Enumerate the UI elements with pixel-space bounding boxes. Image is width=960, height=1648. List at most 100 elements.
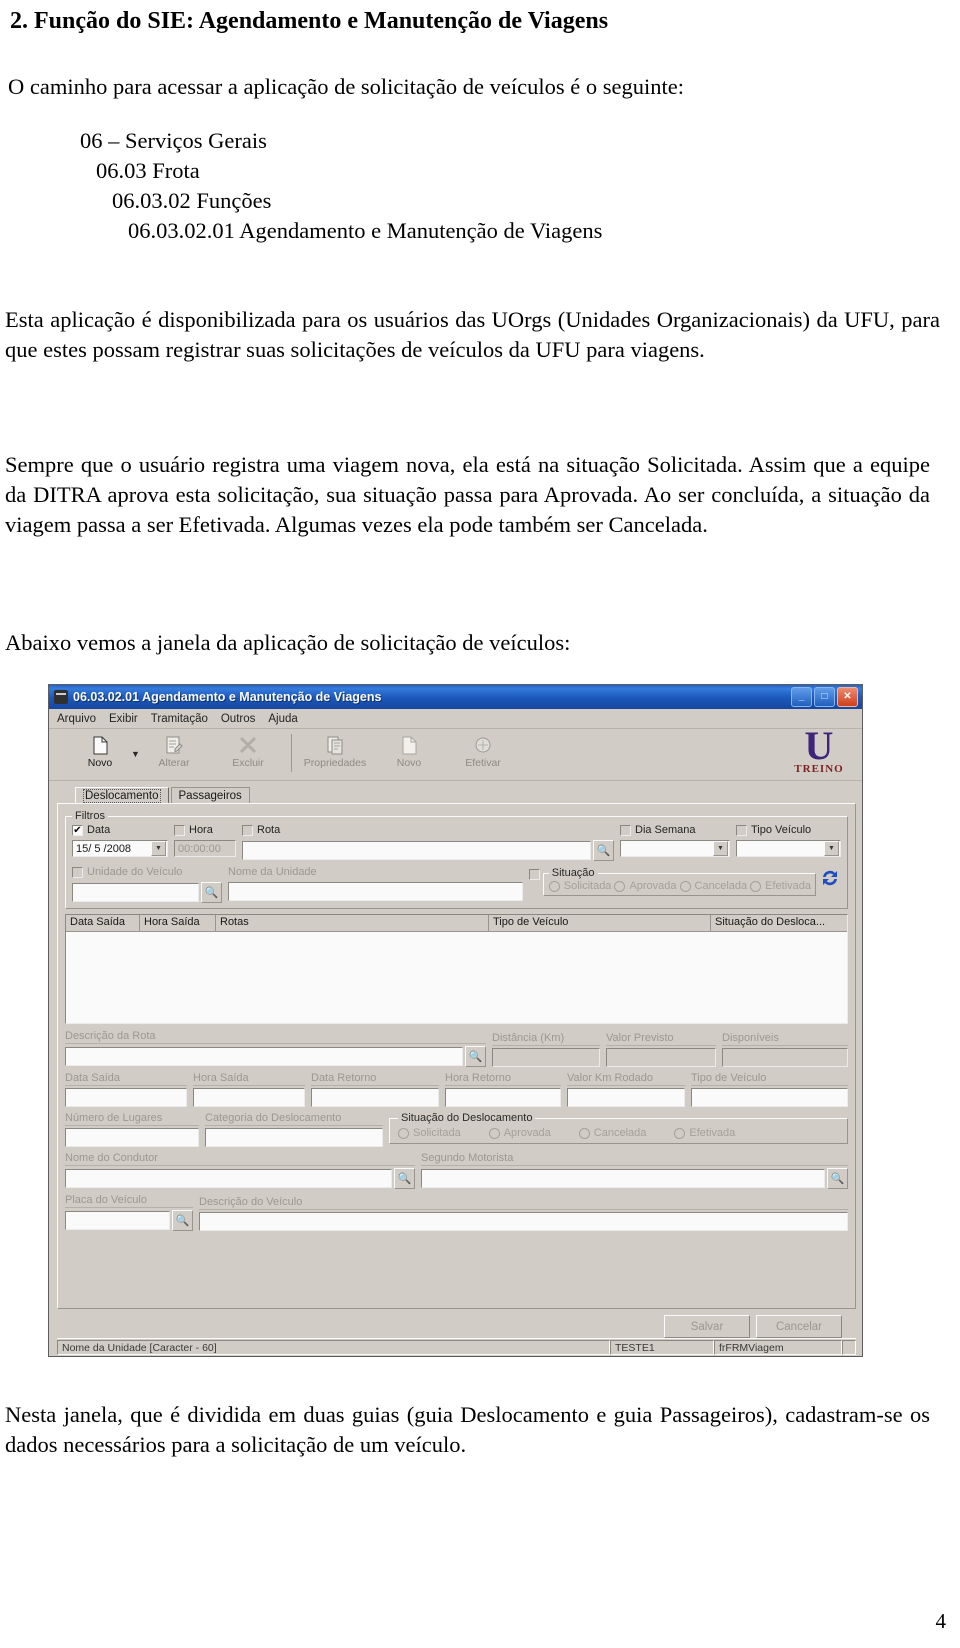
field-descricao-rota: Descrição da Rota 🔍 <box>65 1030 486 1067</box>
filter-nome-unidade-label: Nome da Unidade <box>228 866 317 878</box>
deslocamentos-grid[interactable]: Data Saída Hora Saída Rotas Tipo de Veíc… <box>65 914 848 1024</box>
salvar-button[interactable]: Salvar <box>664 1315 750 1338</box>
menu-ajuda[interactable]: Ajuda <box>268 713 297 725</box>
field-segundo-motorista-input[interactable] <box>421 1169 825 1188</box>
filter-tipo-veiculo-checkbox-row[interactable]: Tipo Veículo <box>736 824 841 837</box>
grid-col-situacao[interactable]: Situação do Desloca... <box>711 915 847 931</box>
field-hora-saida: Hora Saída <box>193 1072 305 1107</box>
filter-unidade-input[interactable] <box>72 883 199 902</box>
field-descricao-veiculo: Descrição do Veículo <box>199 1196 848 1231</box>
tab-panel-deslocamento: Filtros ✔ Data 15/ 5 /2008 ▼ Hora 00:00:… <box>57 803 856 1309</box>
filter-situacao-checkbox[interactable] <box>528 869 540 880</box>
filter-unidade-search-button[interactable]: 🔍 <box>201 882 222 903</box>
cancelar-button[interactable]: Cancelar <box>756 1315 842 1338</box>
filter-situacao-cancelada-label: Cancelada <box>694 880 748 892</box>
tab-passageiros[interactable]: Passageiros <box>170 787 250 804</box>
grid-col-data-saida[interactable]: Data Saída <box>66 915 140 931</box>
field-data-retorno-input[interactable] <box>311 1088 439 1107</box>
close-button[interactable]: ✕ <box>837 687 858 707</box>
field-hora-saida-input[interactable] <box>193 1088 305 1107</box>
filters-row-2: Unidade do Veículo 🔍 Nome da Unidade Sit… <box>72 866 841 903</box>
filter-dia-semana-select[interactable]: ▼ <box>620 840 730 857</box>
radio-icon <box>674 1127 686 1139</box>
field-distancia-km-label: Distância (Km) <box>492 1032 600 1046</box>
filter-rota-search-button[interactable]: 🔍 <box>593 840 614 861</box>
filter-situacao-aprovada[interactable]: Aprovada <box>614 880 677 892</box>
minimize-button[interactable]: _ <box>791 687 812 707</box>
filter-situacao-cancelada[interactable]: Cancelada <box>679 880 748 892</box>
field-descricao-veiculo-input[interactable] <box>199 1212 848 1231</box>
chevron-down-icon[interactable]: ▼ <box>824 841 839 856</box>
grid-body[interactable] <box>66 932 847 1023</box>
toolbar-excluir-button[interactable]: Excluir <box>211 732 285 769</box>
field-data-retorno-label: Data Retorno <box>311 1072 439 1086</box>
filter-tipo-veiculo-label: Tipo Veículo <box>751 824 812 836</box>
filter-unidade-checkbox-row[interactable]: Unidade do Veículo <box>72 866 222 879</box>
tab-deslocamento[interactable]: Deslocamento <box>75 787 169 804</box>
filter-rota-checkbox-row[interactable]: Rota <box>242 824 614 837</box>
field-descricao-rota-input[interactable] <box>65 1047 463 1066</box>
chevron-down-icon[interactable]: ▼ <box>151 841 166 856</box>
filter-rota-label: Rota <box>257 824 281 836</box>
toolbar-novo2-button[interactable]: Novo <box>372 732 446 769</box>
filter-data-datepicker[interactable]: 15/ 5 /2008 ▼ <box>72 840 168 857</box>
filter-data-checkbox[interactable]: ✔ <box>72 825 83 836</box>
path-level-3: 06.03.02 Funções <box>112 188 272 213</box>
filter-situacao-solicitada[interactable]: Solicitada <box>548 880 612 892</box>
toolbar-propriedades-button[interactable]: Propriedades <box>298 732 372 769</box>
field-disponiveis-input[interactable] <box>722 1048 848 1067</box>
grid-col-hora-saida[interactable]: Hora Saída <box>140 915 216 931</box>
field-nome-condutor-input[interactable] <box>65 1169 392 1188</box>
field-categoria-deslocamento-input[interactable] <box>205 1128 383 1147</box>
field-valor-previsto-input[interactable] <box>606 1048 716 1067</box>
field-valor-km-rodado-input[interactable] <box>567 1088 685 1107</box>
menu-tramitacao[interactable]: Tramitação <box>151 713 208 725</box>
field-hora-retorno-input[interactable] <box>445 1088 561 1107</box>
filter-tipo-veiculo-checkbox[interactable] <box>736 825 747 836</box>
field-data-saida-input[interactable] <box>65 1088 187 1107</box>
field-segundo-motorista-search-button[interactable]: 🔍 <box>827 1168 848 1189</box>
status-resize-grip[interactable] <box>842 1340 856 1355</box>
grid-col-tipo-veiculo[interactable]: Tipo de Veículo <box>489 915 711 931</box>
filter-unidade-checkbox[interactable] <box>72 867 83 878</box>
filter-dia-semana-value <box>621 841 713 856</box>
filter-hora-checkbox[interactable] <box>174 825 185 836</box>
situacao-deslocamento-cancelada[interactable]: Cancelada <box>578 1127 646 1139</box>
tab-deslocamento-label: Deslocamento <box>83 789 161 803</box>
field-placa-veiculo-input[interactable] <box>65 1211 170 1230</box>
toolbar-efetivar-button[interactable]: Efetivar <box>446 732 520 769</box>
menu-outros[interactable]: Outros <box>221 713 256 725</box>
toolbar-novo-button[interactable]: Novo <box>63 732 137 769</box>
filter-rota-input[interactable] <box>242 841 591 860</box>
toolbar-novo2-label: Novo <box>396 757 422 769</box>
situacao-deslocamento-solicitada[interactable]: Solicitada <box>398 1127 461 1139</box>
field-placa-veiculo-search-button[interactable]: 🔍 <box>172 1210 193 1231</box>
filter-rota-checkbox[interactable] <box>242 825 253 836</box>
maximize-button[interactable]: □ <box>814 687 835 707</box>
toolbar-alterar-button[interactable]: Alterar <box>137 732 211 769</box>
paragraph-screenshot-caption: Abaixo vemos a janela da aplicação de so… <box>5 630 571 655</box>
filter-hora-input[interactable]: 00:00:00 <box>174 840 236 857</box>
field-nome-condutor-search-button[interactable]: 🔍 <box>394 1168 415 1189</box>
field-descricao-rota-search-button[interactable]: 🔍 <box>465 1046 486 1067</box>
filter-hora-checkbox-row[interactable]: Hora <box>174 824 236 837</box>
field-numero-lugares-input[interactable] <box>65 1128 199 1147</box>
filter-situacao-solicitada-label: Solicitada <box>563 880 612 892</box>
situacao-deslocamento-aprovada[interactable]: Aprovada <box>488 1127 551 1139</box>
grid-col-rotas[interactable]: Rotas <box>216 915 489 931</box>
field-distancia-km-input[interactable] <box>492 1048 600 1067</box>
filter-tipo-veiculo-select[interactable]: ▼ <box>736 840 841 857</box>
chevron-down-icon[interactable]: ▼ <box>713 841 728 856</box>
situacao-deslocamento-efetivada[interactable]: Efetivada <box>674 1127 735 1139</box>
field-tipo-veiculo-input[interactable] <box>691 1088 848 1107</box>
filter-data-checkbox-row[interactable]: ✔ Data <box>72 824 168 837</box>
radio-icon <box>578 1127 590 1139</box>
filter-dia-semana-checkbox-row[interactable]: Dia Semana <box>620 824 730 837</box>
refresh-icon[interactable] <box>819 867 841 889</box>
menu-exibir[interactable]: Exibir <box>109 713 138 725</box>
filter-dia-semana-checkbox[interactable] <box>620 825 631 836</box>
menu-arquivo[interactable]: Arquivo <box>57 713 96 725</box>
filter-situacao-aprovada-label: Aprovada <box>629 880 677 892</box>
filter-situacao-efetivada[interactable]: Efetivada <box>750 880 811 892</box>
filter-nome-unidade-input[interactable] <box>228 882 523 901</box>
